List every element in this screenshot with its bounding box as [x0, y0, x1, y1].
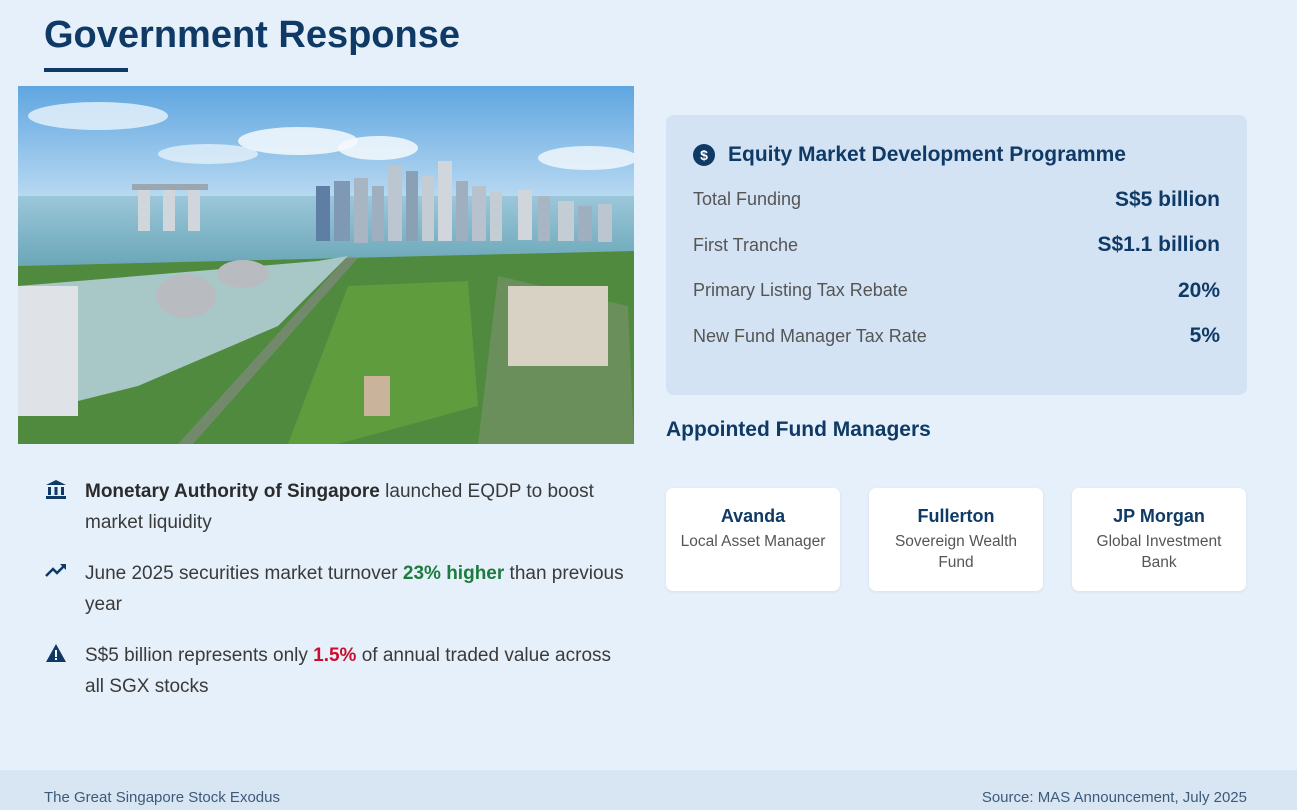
dollar-icon: $	[693, 144, 715, 166]
share-highlight: 1.5%	[313, 645, 357, 666]
fund-manager-card: Avanda Local Asset Manager	[666, 488, 840, 591]
turnover-highlight: 23% higher	[402, 563, 505, 584]
metric-row: Primary Listing Tax Rebate 20%	[693, 268, 1220, 314]
programme-title: Equity Market Development Programme	[728, 143, 1126, 166]
fund-manager-name: Fullerton	[917, 506, 995, 526]
footer-title: The Great Singapore Stock Exodus	[44, 788, 280, 806]
bullet-text: S$5 billion represents only	[85, 645, 314, 666]
fund-manager-card: Fullerton Sovereign Wealth Fund	[869, 488, 1043, 591]
footer-source: Source: MAS Announcement, July 2025	[981, 788, 1247, 806]
metric-value: 5%	[1189, 324, 1220, 348]
fund-manager-desc: Sovereign Wealth Fund	[894, 533, 1018, 571]
list-item: June 2025 securities market turnover 23%…	[44, 558, 624, 620]
metric-label: Primary Listing Tax Rebate	[693, 280, 908, 301]
metric-row: First Tranche S$1.1 billion	[693, 223, 1220, 269]
key-points-list: Monetary Authority of Singapore launched…	[44, 476, 624, 722]
metric-value: S$1.1 billion	[1097, 233, 1220, 257]
fund-manager-card: JP Morgan Global Investment Bank	[1072, 488, 1246, 591]
fund-manager-desc: Global Investment Bank	[1096, 533, 1222, 571]
metric-row: New Fund Manager Tax Rate 5%	[693, 314, 1220, 360]
metric-label: New Fund Manager Tax Rate	[693, 325, 927, 346]
metric-label: First Tranche	[693, 234, 799, 255]
programme-card: $ Equity Market Development Programme To…	[666, 115, 1247, 395]
metric-value: 20%	[1177, 278, 1220, 302]
page-title: Government Response	[44, 14, 460, 56]
fund-managers-list: Avanda Local Asset Manager Fullerton Sov…	[666, 488, 1246, 591]
title-underline	[44, 68, 128, 72]
singapore-skyline-photo	[18, 86, 634, 444]
bullet-text: June 2025 securities market turnover	[85, 563, 403, 584]
trend-up-icon	[44, 560, 68, 620]
list-item: Monetary Authority of Singapore launched…	[44, 476, 624, 538]
programme-header: $ Equity Market Development Programme	[693, 143, 1220, 167]
footer: The Great Singapore Stock Exodus Source:…	[0, 770, 1297, 810]
warning-icon	[44, 642, 68, 702]
fund-manager-desc: Local Asset Manager	[680, 533, 826, 550]
metric-label: Total Funding	[693, 189, 802, 210]
bullet-bold-text: Monetary Authority of Singapore	[85, 481, 380, 502]
metric-row: Total Funding S$5 billion	[693, 177, 1220, 223]
fund-manager-name: JP Morgan	[1113, 506, 1205, 526]
metric-value: S$5 billion	[1114, 187, 1220, 211]
fund-managers-title: Appointed Fund Managers	[666, 418, 931, 441]
fund-manager-name: Avanda	[720, 506, 786, 526]
list-item: S$5 billion represents only 1.5% of annu…	[44, 640, 624, 702]
bank-icon	[44, 478, 68, 538]
